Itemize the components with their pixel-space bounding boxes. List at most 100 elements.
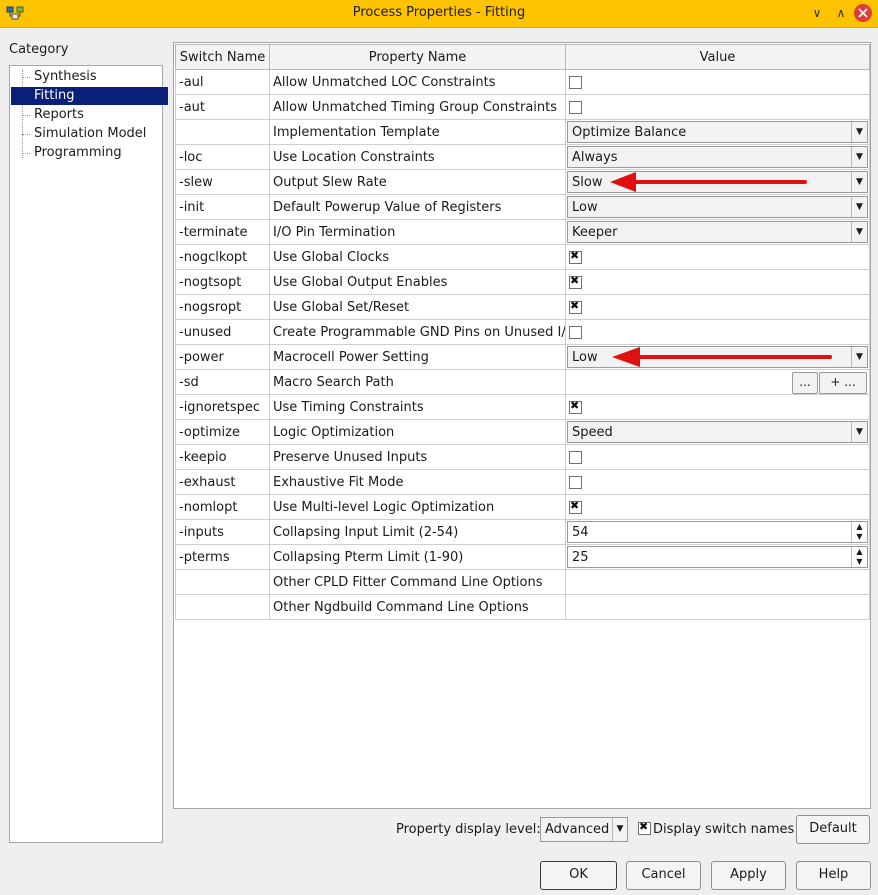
spin-arrows-icon[interactable]: ▲ ▼: [851, 522, 867, 542]
value-cell[interactable]: Slow ▼: [565, 169, 870, 195]
value-cell[interactable]: [565, 569, 870, 595]
category-item-synthesis[interactable]: Synthesis: [11, 68, 168, 86]
category-item-fitting[interactable]: Fitting: [11, 87, 168, 105]
add-path-button[interactable]: + ...: [819, 372, 867, 394]
table-row[interactable]: -slew Output Slew Rate Slow ▼: [175, 169, 870, 195]
value-select[interactable]: Low ▼: [567, 196, 868, 218]
table-row[interactable]: -ignoretspec Use Timing Constraints: [175, 394, 870, 420]
value-select[interactable]: Low ▼: [567, 346, 868, 368]
category-item-simulation-model[interactable]: Simulation Model: [11, 125, 168, 143]
table-row[interactable]: -keepio Preserve Unused Inputs: [175, 444, 870, 470]
value-cell[interactable]: [565, 94, 870, 120]
display-level-select[interactable]: Advanced ▼: [540, 817, 628, 842]
category-tree[interactable]: Synthesis Fitting Reports Simulation Mod…: [9, 65, 168, 843]
value-select[interactable]: Optimize Balance ▼: [567, 121, 868, 143]
value-checkbox[interactable]: [569, 75, 582, 89]
value-checkbox[interactable]: [569, 475, 582, 489]
value-spinbox[interactable]: 54 ▲ ▼: [567, 521, 868, 543]
value-cell[interactable]: [565, 444, 870, 470]
value-checkbox[interactable]: [569, 100, 582, 114]
value-select[interactable]: Keeper ▼: [567, 221, 868, 243]
value-cell[interactable]: [565, 244, 870, 270]
chevron-down-icon: ▼: [612, 818, 627, 841]
value-cell[interactable]: [565, 69, 870, 95]
property-name-cell: Other Ngdbuild Command Line Options: [269, 594, 566, 620]
table-row[interactable]: -aut Allow Unmatched Timing Group Constra…: [175, 94, 870, 120]
value-cell[interactable]: [565, 594, 870, 620]
spin-arrows-icon[interactable]: ▲ ▼: [851, 547, 867, 567]
window-title: Process Properties - Fitting: [352, 5, 526, 20]
value-cell[interactable]: [565, 394, 870, 420]
table-row[interactable]: -pterms Collapsing Pterm Limit (1-90) 25 ▲ ▼: [175, 544, 870, 570]
value-cell[interactable]: Low ▼: [565, 344, 870, 370]
property-grid[interactable]: Switch Name Property Name Value -aul Allo…: [173, 42, 871, 809]
value-spinbox[interactable]: 25 ▲ ▼: [567, 546, 868, 568]
minimize-button[interactable]: ∨: [808, 4, 826, 22]
help-button[interactable]: Help: [796, 861, 871, 890]
value-checkbox[interactable]: [569, 399, 582, 414]
table-row[interactable]: -optimize Logic Optimization Speed ▼: [175, 419, 870, 445]
value-checkbox[interactable]: [569, 299, 582, 314]
table-row[interactable]: -inputs Collapsing Input Limit (2-54) 54 ▲ ▼: [175, 519, 870, 545]
maximize-button[interactable]: ∧: [832, 4, 850, 22]
table-row[interactable]: -aul Allow Unmatched LOC Constraints: [175, 69, 870, 95]
value-cell[interactable]: [565, 294, 870, 320]
ok-button[interactable]: OK: [540, 861, 617, 890]
table-row[interactable]: -power Macrocell Power Setting Low ▼: [175, 344, 870, 370]
table-row[interactable]: -exhaust Exhaustive Fit Mode: [175, 469, 870, 495]
chevron-down-icon: ▼: [851, 347, 867, 367]
table-row[interactable]: -nogtsopt Use Global Output Enables: [175, 269, 870, 295]
value-cell[interactable]: [565, 494, 870, 520]
value-select[interactable]: Speed ▼: [567, 421, 868, 443]
value-select[interactable]: Always ▼: [567, 146, 868, 168]
switch-name-cell: -ignoretspec: [175, 394, 270, 420]
default-button[interactable]: Default: [796, 815, 870, 844]
value-cell[interactable]: [565, 469, 870, 495]
switch-name-cell: -aul: [175, 69, 270, 95]
property-name-cell: Preserve Unused Inputs: [269, 444, 566, 470]
value-select-text: Always: [572, 150, 618, 165]
value-cell[interactable]: Always ▼: [565, 144, 870, 170]
table-row[interactable]: -loc Use Location Constraints Always ▼: [175, 144, 870, 170]
value-cell[interactable]: 25 ▲ ▼: [565, 544, 870, 570]
value-cell[interactable]: 54 ▲ ▼: [565, 519, 870, 545]
value-cell[interactable]: Low ▼: [565, 194, 870, 220]
property-name-cell: Macrocell Power Setting: [269, 344, 566, 370]
table-row[interactable]: Other CPLD Fitter Command Line Options: [175, 569, 870, 595]
column-header-switch[interactable]: Switch Name: [175, 44, 270, 70]
value-cell[interactable]: [565, 319, 870, 345]
category-item-reports[interactable]: Reports: [11, 106, 168, 124]
value-checkbox[interactable]: [569, 450, 582, 464]
table-row[interactable]: -init Default Powerup Value of Registers L…: [175, 194, 870, 220]
value-checkbox[interactable]: [569, 499, 582, 514]
table-row[interactable]: -nomlopt Use Multi-level Logic Optimizati…: [175, 494, 870, 520]
value-select[interactable]: Slow ▼: [567, 171, 868, 193]
apply-button[interactable]: Apply: [711, 861, 786, 890]
column-header-property[interactable]: Property Name: [269, 44, 566, 70]
value-cell[interactable]: ... + ...: [565, 369, 870, 395]
display-switch-names-checkbox[interactable]: [638, 820, 651, 835]
table-row[interactable]: Other Ngdbuild Command Line Options: [175, 594, 870, 620]
value-select-text: Low: [572, 200, 598, 215]
value-cell[interactable]: Keeper ▼: [565, 219, 870, 245]
switch-name-cell: -terminate: [175, 219, 270, 245]
category-item-programming[interactable]: Programming: [11, 144, 168, 162]
close-button[interactable]: [854, 4, 872, 22]
table-row[interactable]: -nogclkopt Use Global Clocks: [175, 244, 870, 270]
table-row[interactable]: -nogsropt Use Global Set/Reset: [175, 294, 870, 320]
table-row[interactable]: -unused Create Programmable GND Pins on U…: [175, 319, 870, 345]
value-cell[interactable]: [565, 269, 870, 295]
value-cell[interactable]: Optimize Balance ▼: [565, 119, 870, 145]
value-checkbox[interactable]: [569, 249, 582, 264]
value-checkbox[interactable]: [569, 274, 582, 289]
close-icon: [858, 8, 868, 18]
value-cell[interactable]: Speed ▼: [565, 419, 870, 445]
switch-name-cell: [175, 119, 270, 145]
table-row[interactable]: -sd Macro Search Path... + ...: [175, 369, 870, 395]
column-header-value[interactable]: Value: [565, 44, 870, 70]
cancel-button[interactable]: Cancel: [626, 861, 701, 890]
table-row[interactable]: -terminate I/O Pin Termination Keeper ▼: [175, 219, 870, 245]
table-row[interactable]: Implementation Template Optimize Balance ▼: [175, 119, 870, 145]
browse-button[interactable]: ...: [792, 372, 818, 394]
value-checkbox[interactable]: [569, 325, 582, 339]
